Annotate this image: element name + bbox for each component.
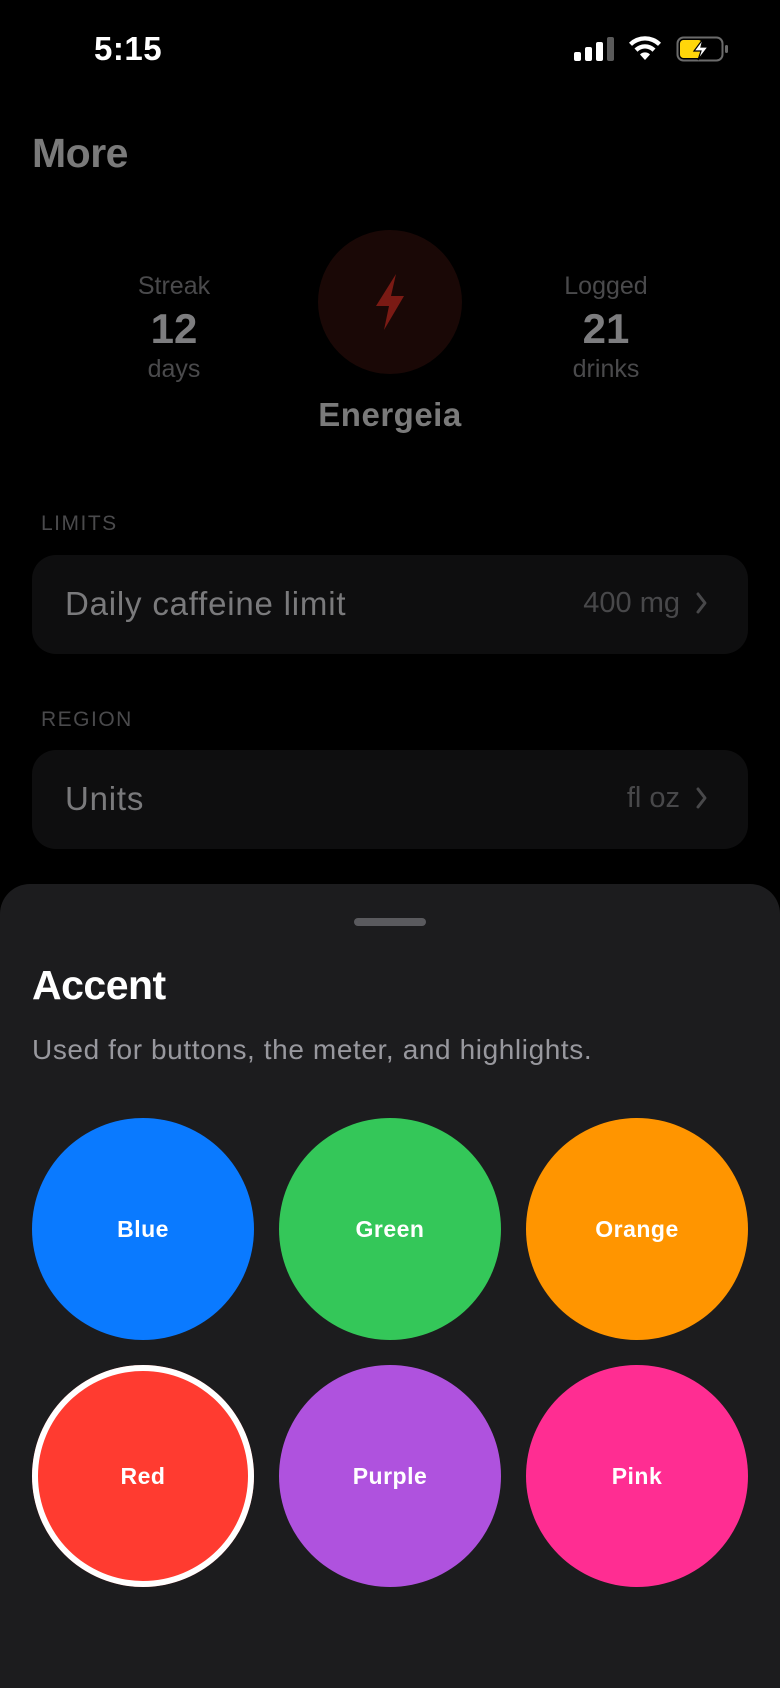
logged-value: 21 <box>582 305 630 352</box>
units-row[interactable]: Units fl oz <box>32 750 748 849</box>
chevron-right-icon <box>696 787 707 809</box>
logged-unit: drinks <box>572 355 640 384</box>
app-name: Energeia <box>318 396 462 433</box>
streak-label: Streak <box>137 272 211 300</box>
option-label: Green <box>355 1215 425 1242</box>
section-header-region: REGION <box>41 708 133 731</box>
sheet-subtitle: Used for buttons, the meter, and highlig… <box>32 1034 593 1065</box>
sheet-grabber[interactable] <box>354 918 426 926</box>
wifi-icon <box>629 36 661 60</box>
chevron-right-icon <box>696 592 707 614</box>
accent-option-blue[interactable]: Blue <box>32 1118 254 1340</box>
section-header-limits: LIMITS <box>41 512 118 535</box>
option-label: Purple <box>352 1462 428 1489</box>
status-time: 5:15 <box>94 30 163 67</box>
sheet-title: Accent <box>32 962 166 1008</box>
accent-option-red[interactable]: Red <box>32 1365 254 1587</box>
app-badge <box>318 230 462 374</box>
option-label: Blue <box>117 1215 169 1242</box>
status-bar: 5:15 <box>0 0 780 104</box>
accent-option-orange[interactable]: Orange <box>526 1118 748 1340</box>
daily-caffeine-limit-row[interactable]: Daily caffeine limit 400 mg <box>32 555 748 654</box>
row-value: fl oz <box>626 782 680 814</box>
accent-option-purple[interactable]: Purple <box>279 1365 501 1587</box>
row-label: Daily caffeine limit <box>65 585 347 622</box>
bolt-icon <box>376 274 404 330</box>
accent-option-pink[interactable]: Pink <box>526 1365 748 1587</box>
option-label: Pink <box>611 1462 663 1489</box>
page-title: More <box>32 130 128 176</box>
streak-value: 12 <box>150 305 198 352</box>
logged-label: Logged <box>564 272 648 300</box>
accent-sheet: Accent Used for buttons, the meter, and … <box>0 884 780 1688</box>
option-label: Orange <box>595 1215 679 1242</box>
cellular-signal-icon <box>574 37 614 61</box>
streak-unit: days <box>147 355 201 384</box>
logged-stat: Logged 21 drinks <box>496 272 716 384</box>
accent-option-green[interactable]: Green <box>279 1118 501 1340</box>
status-icons <box>574 36 730 62</box>
option-label: Red <box>120 1462 166 1489</box>
row-value: 400 mg <box>583 587 680 619</box>
battery-charging-icon <box>676 36 728 62</box>
streak-stat: Streak 12 days <box>64 272 284 384</box>
row-label: Units <box>65 780 145 817</box>
